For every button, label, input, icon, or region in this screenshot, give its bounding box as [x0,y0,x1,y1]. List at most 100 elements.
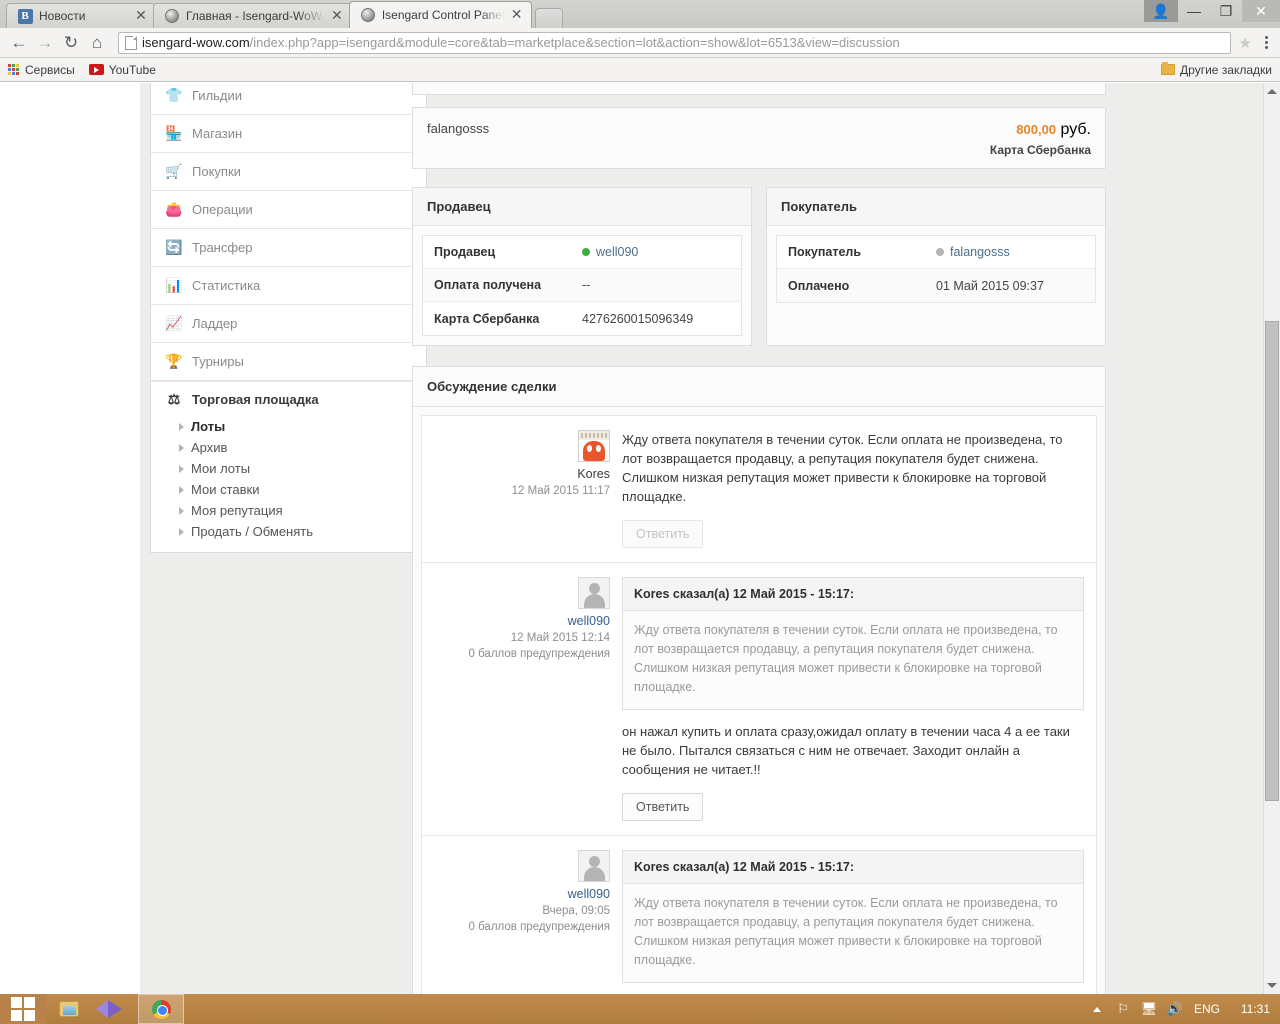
quote-text: Жду ответа покупателя в течении суток. Е… [634,623,1058,694]
close-icon[interactable]: ✕ [509,7,525,23]
row-key: Оплачено [788,278,850,293]
bookmark-label: YouTube [108,62,156,77]
browser-tab-1[interactable]: Главная - Isengard-WoW. ✕ [153,3,352,28]
url-host: isengard-wow.com [142,35,250,50]
sidebar-item-my-bids[interactable]: Мои ставки [165,479,426,500]
post-date: Вчера, 09:05 [542,905,610,917]
volume-icon[interactable]: 🔊 [1162,1001,1188,1017]
language-indicator[interactable]: ENG [1194,1002,1220,1016]
taskbar-item-media-player[interactable] [92,994,138,1024]
home-icon[interactable]: ⌂ [84,30,110,56]
user-avatar-button[interactable]: 👤 [1144,0,1178,22]
bookmark-youtube[interactable]: YouTube [88,62,156,77]
sidebar-subitem-label: Моя репутация [191,503,283,518]
scroll-down-icon[interactable] [1264,977,1280,994]
sidebar-subitem-label: Мои ставки [191,482,260,497]
avatar[interactable] [578,577,610,609]
show-hidden-icons-icon[interactable] [1084,1006,1110,1012]
post-body: Kores сказал(а) 12 Май 2015 - 15:17: Жду… [622,577,1084,821]
reply-button[interactable]: Ответить [622,793,704,821]
table-row: Продавец well090 [423,236,741,269]
reload-icon[interactable]: ↻ [58,30,84,56]
sidebar-item-purchases[interactable]: 🛒 Покупки [151,153,426,191]
row-key: Оплата получена [434,278,542,292]
caret-right-icon [179,527,184,536]
sidebar-item-statistics[interactable]: 📊 Статистика [151,267,426,305]
system-tray: ⚐ 🖥 🔊 ENG 11:31 [1084,994,1280,1024]
taskbar-item-explorer[interactable] [46,994,92,1024]
taskbar-item-chrome[interactable] [138,994,184,1024]
sidebar-item-operations[interactable]: 👛 Операции [151,191,426,229]
back-icon[interactable]: ← [6,30,32,56]
row-value: 01 Май 2015 09:37 [936,278,1044,293]
globe-icon [360,7,376,23]
line-chart-icon: 📈 [165,315,183,331]
vertical-scrollbar[interactable] [1263,83,1280,994]
browser-tab-0[interactable]: B Новости ✕ [6,3,156,28]
sidebar-item-ladder[interactable]: 📈 Ладдер [151,305,426,343]
tab-strip: B Новости ✕ Главная - Isengard-WoW. ✕ Is… [0,0,1280,28]
lot-header: falangosss 800,00 руб. Карта Сбербанка [412,107,1106,169]
sidebar-item-shop[interactable]: 🏪 Магазин [151,115,426,153]
bookmark-star-icon[interactable]: ★ [1239,34,1252,52]
page-viewport: 👕 Гильдии 🏪 Магазин 🛒 Покупки 👛 Операции [0,83,1280,994]
sidebar-item-transfer[interactable]: 🔄 Трансфер [151,229,426,267]
post-text: Жду ответа покупателя в течении суток. Е… [622,432,1063,504]
sidebar-item-my-reputation[interactable]: Моя репутация [165,500,426,521]
scroll-up-icon[interactable] [1264,83,1280,100]
sidebar-item-lots[interactable]: Лоты [165,416,426,437]
maximize-button[interactable]: ❐ [1210,0,1242,22]
sidebar-item-archive[interactable]: Архив [165,437,426,458]
table-row: well090 Вчера, 09:05 0 баллов предупрежд… [421,835,1097,994]
other-bookmarks-button[interactable]: Другие закладки [1161,62,1272,77]
sidebar: 👕 Гильдии 🏪 Магазин 🛒 Покупки 👛 Операции [150,83,427,553]
post-author-name[interactable]: well090 [422,887,610,901]
reply-button[interactable]: Ответить [622,520,704,548]
lot-currency: руб. [1060,121,1091,138]
sidebar-item-guilds[interactable]: 👕 Гильдии [151,83,426,115]
scales-icon: ⚖ [167,390,181,407]
sidebar-item-my-lots[interactable]: Мои лоты [165,458,426,479]
sidebar-item-sell-exchange[interactable]: Продать / Обменять [165,521,426,542]
lot-buyer-name[interactable]: falangosss [427,121,489,136]
shirt-icon: 👕 [165,87,183,103]
sidebar-item-label: Магазин [192,126,243,141]
browser-tab-2[interactable]: Isengard Control Panel ✕ [348,1,532,28]
close-icon[interactable]: ✕ [329,8,345,24]
seller-link[interactable]: well090 [596,245,638,259]
sidebar-item-tournaments[interactable]: 🏆 Турниры [151,343,426,381]
start-button[interactable] [0,994,46,1024]
address-bar[interactable]: isengard-wow.com/index.php?app=isengard&… [118,31,1231,54]
navigation-bar: ← → ↻ ⌂ isengard-wow.com/index.php?app=i… [0,28,1280,58]
buyer-link[interactable]: falangosss [950,245,1010,259]
chrome-menu-icon[interactable] [1258,36,1274,49]
network-icon[interactable]: 🖥 [1136,1001,1162,1017]
sidebar-item-label: Ладдер [192,316,238,331]
clock[interactable]: 11:31 [1230,1002,1270,1016]
new-tab-button[interactable] [534,8,563,28]
minimize-button[interactable]: — [1178,0,1210,22]
kores-avatar-icon [579,431,609,461]
taskbar: ⚐ 🖥 🔊 ENG 11:31 [0,994,1280,1024]
post-author-name[interactable]: Kores [422,467,610,481]
table-row: Покупатель falangosss [777,236,1095,269]
bookmarks-bar: Сервисы YouTube Другие закладки [0,58,1280,82]
post-author-block: well090 Вчера, 09:05 0 баллов предупрежд… [422,850,622,994]
avatar[interactable] [578,850,610,882]
media-player-icon [96,1000,122,1018]
flag-icon[interactable]: ⚐ [1110,1001,1136,1017]
default-avatar-icon [580,852,608,881]
bookmark-services[interactable]: Сервисы [8,63,75,77]
scrollbar-thumb[interactable] [1265,321,1279,801]
post-warn-points: 0 баллов предупреждения [468,648,610,660]
close-icon[interactable]: ✕ [133,8,149,24]
refresh-icon: 🔄 [165,239,183,255]
posts-list: Kores 12 Май 2015 11:17 Жду ответа покуп… [413,407,1105,994]
row-value: falangosss [936,245,1010,259]
forward-icon[interactable]: → [32,30,58,56]
post-author-name[interactable]: well090 [422,614,610,628]
default-avatar-icon [580,579,608,608]
close-window-button[interactable]: ✕ [1242,0,1280,22]
table-row: Карта Сбербанка 4276260015096349 [423,302,741,335]
avatar[interactable] [578,430,610,462]
